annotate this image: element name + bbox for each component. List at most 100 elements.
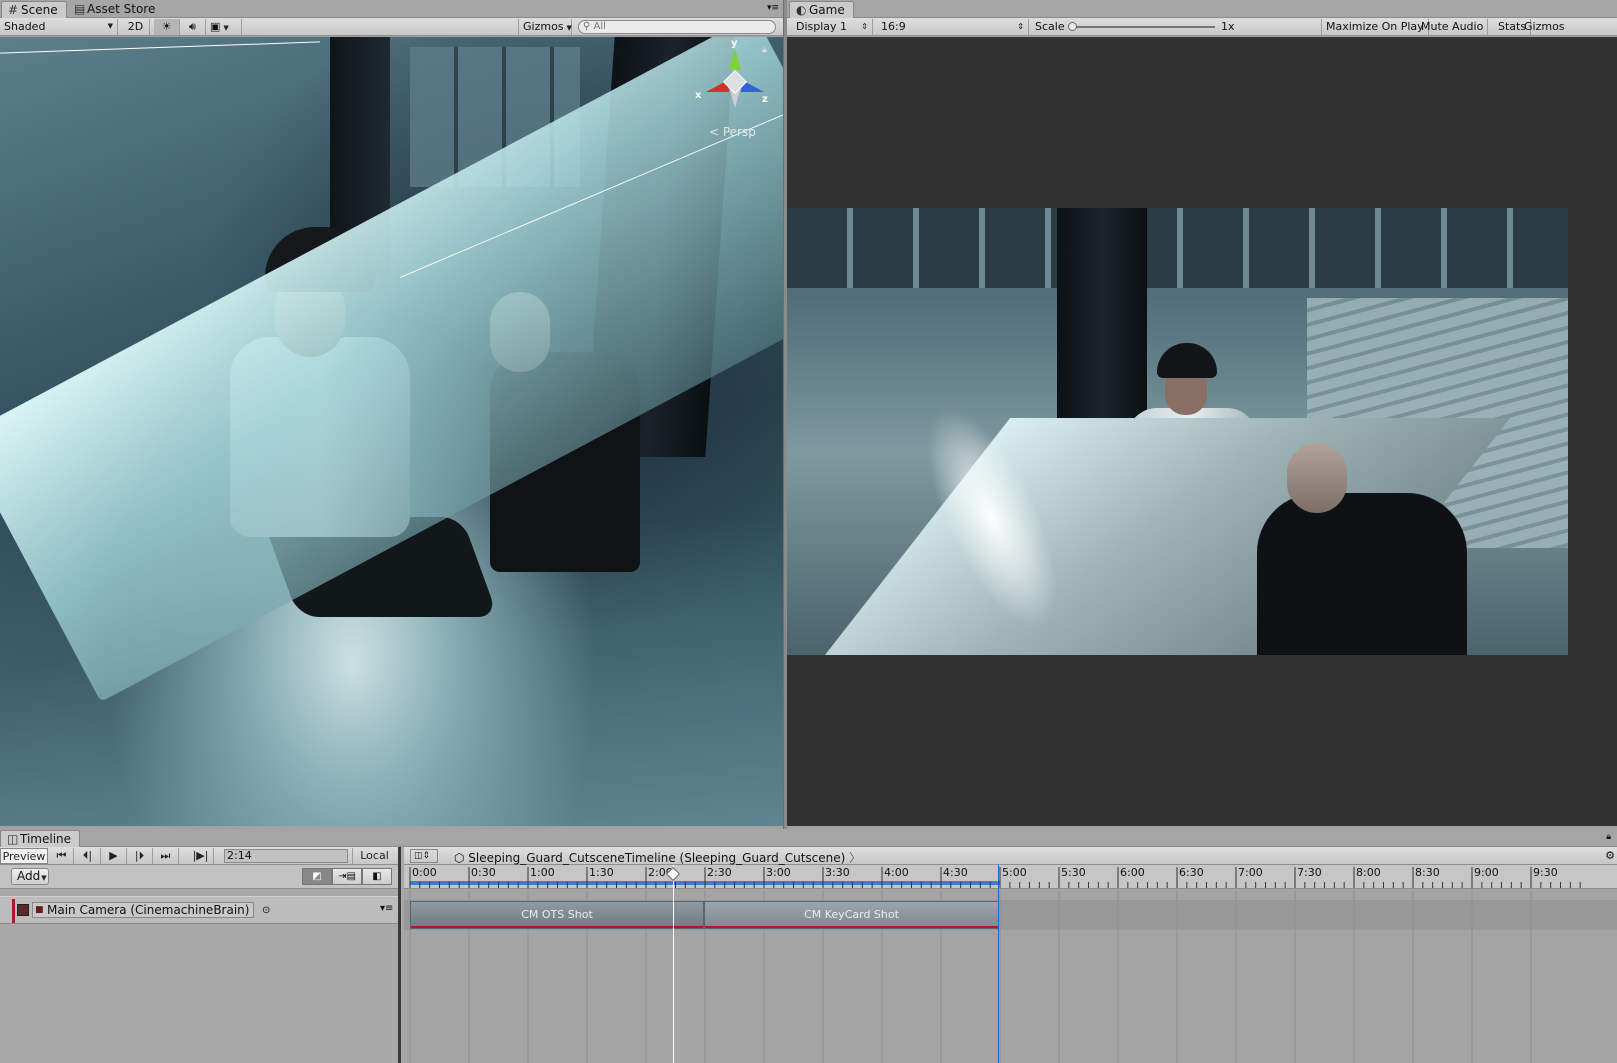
track-toolbar: Add▼ ◩ ⇥▤ ◧ [0, 865, 400, 889]
ripple-icon: ⇥▤ [338, 871, 356, 882]
step-back-icon: ⏴︎| [82, 849, 93, 862]
timeline-playback-controls: Preview ⏮ ⏴︎| ▶ |⏵︎ ⏭ |▶| 2:14 Local [0, 847, 400, 865]
camera-frustum-line [0, 41, 320, 54]
camera-track-icon [17, 904, 29, 916]
tab-timeline[interactable]: ◫ Timeline [0, 830, 81, 847]
object-picker-icon[interactable]: ⊙ [262, 905, 270, 916]
lock-icon[interactable]: 🔒︎ [1606, 832, 1611, 842]
thief-body [1257, 493, 1467, 655]
thief-head [1287, 443, 1347, 513]
ruler-label: 9:00 [1474, 866, 1499, 879]
time-reference-dropdown[interactable]: Local [352, 848, 396, 864]
track-menu-icon[interactable]: ▾≡ [380, 903, 393, 914]
game-tabbar: ◐ Game [787, 0, 1617, 18]
ruler-label: 7:00 [1238, 866, 1263, 879]
scene-search-input[interactable]: ⚲ All [578, 20, 776, 34]
ruler-label: 5:00 [1002, 866, 1027, 879]
timeline-asset-selector[interactable]: ◫⇕ [410, 849, 438, 863]
audio-toggle[interactable]: 🔊︎ [180, 19, 206, 35]
tab-asset-store[interactable]: ▤ Asset Store [68, 1, 163, 18]
playhead[interactable] [665, 865, 681, 1063]
camera-icon: ■ [35, 905, 44, 915]
toggle-2d-button[interactable]: 2D [122, 19, 150, 35]
mix-mode-button[interactable]: ◩ [302, 868, 332, 885]
timeline-icon: ◫ [7, 832, 19, 846]
go-to-end-button[interactable]: ⏭ [153, 848, 179, 864]
track-header-main-camera[interactable]: ■ Main Camera (CinemachineBrain) ⊙ ▾≡ [0, 896, 398, 924]
breadcrumb[interactable]: ⬡ Sleeping_Guard_CutsceneTimeline (Sleep… [454, 849, 861, 866]
scene-toolbar: Shaded ▼ 2D ☀ 🔊︎ ▣ ▼ Gizmos ▼ ⚲ All [0, 18, 783, 36]
ruler-label: 3:30 [825, 866, 850, 879]
maximize-on-play-toggle[interactable]: Maximize On Play [1321, 19, 1429, 35]
hash-icon: # [8, 3, 19, 17]
clip-cm-keycard-shot[interactable]: CM KeyCard Shot [704, 901, 999, 929]
play-button[interactable]: ▶ [101, 848, 127, 864]
scale-label: Scale [1035, 20, 1065, 33]
scene-tabbar: # Scene ▤ Asset Store ▾≡ [0, 0, 783, 18]
scale-value: 1x [1221, 20, 1235, 33]
ruler-label: 5:30 [1061, 866, 1086, 879]
preview-toggle[interactable]: Preview [0, 848, 48, 864]
gear-icon[interactable]: ⚙ [1605, 849, 1615, 862]
current-time-field[interactable]: 2:14 [224, 849, 348, 863]
effects-dropdown[interactable]: ▣ ▼ [206, 19, 242, 35]
updown-icon: ⇕ [1017, 22, 1024, 31]
aspect-dropdown[interactable]: 16:9 ⇕ [875, 19, 1029, 35]
ruler-label: 7:30 [1297, 866, 1322, 879]
shading-mode-dropdown[interactable]: Shaded ▼ [0, 19, 118, 35]
track-binding-field[interactable]: ■ Main Camera (CinemachineBrain) [32, 902, 254, 918]
ruler-label: 1:30 [589, 866, 614, 879]
pacman-icon: ◐ [796, 3, 807, 17]
scale-slider-thumb[interactable] [1068, 22, 1077, 31]
clip-track-color [705, 926, 998, 928]
ruler-label: 6:00 [1120, 866, 1145, 879]
mute-audio-toggle[interactable]: Mute Audio [1417, 19, 1489, 35]
replace-mode-button[interactable]: ◧ [362, 868, 392, 885]
add-track-button[interactable]: Add▼ [11, 868, 49, 885]
track-header-list: ■ Main Camera (CinemachineBrain) ⊙ ▾≡ [0, 890, 400, 1063]
sun-icon: ☀ [161, 20, 172, 33]
gizmo-y-label: y [731, 38, 738, 49]
tab-game[interactable]: ◐ Game [789, 1, 854, 18]
scene-viewport[interactable] [0, 37, 783, 826]
panel-menu-icon[interactable]: ▾≡ [767, 3, 779, 13]
go-to-start-button[interactable]: ⏮ [50, 848, 74, 864]
chevron-down-icon: ▼ [41, 874, 47, 882]
timeline-track-area[interactable]: 0:00 0:30 1:00 1:30 2:00 2:30 3:00 3:30 4:00 4:30… [404, 865, 1617, 1063]
previous-frame-button[interactable]: ⏴︎| [75, 848, 101, 864]
lock-icon[interactable]: 🔒︎ [762, 45, 767, 55]
ruler-label: 4:30 [943, 866, 968, 879]
chevron-down-icon: ▼ [566, 24, 572, 32]
timeline-panel: ◫ Timeline 🔒︎ Preview ⏮ ⏴︎| ▶ |⏵︎ ⏭ |▶| 2… [0, 829, 1617, 1063]
chevron-down-icon: ▼ [223, 24, 229, 32]
tab-scene[interactable]: # Scene [1, 1, 67, 18]
time-ruler[interactable]: 0:00 0:30 1:00 1:30 2:00 2:30 3:00 3:30 4:00 4:30… [404, 865, 1617, 889]
game-render [787, 208, 1568, 655]
timeline-end-marker[interactable] [998, 865, 999, 1063]
ruler-label: 2:30 [707, 866, 732, 879]
ruler-label: 0:00 [412, 866, 437, 879]
chevron-down-icon: ▼ [107, 22, 113, 30]
scale-slider[interactable] [1068, 22, 1215, 31]
scene-gizmos-dropdown[interactable]: Gizmos ▼ [518, 19, 572, 35]
replace-icon: ◧ [372, 871, 382, 882]
skip-start-icon: ⏮ [56, 849, 67, 862]
game-gizmos-toggle[interactable]: Gizmos [1520, 19, 1569, 35]
play-range-button[interactable]: |▶| [188, 848, 214, 864]
ripple-mode-button[interactable]: ⇥▤ [332, 868, 362, 885]
lighting-toggle[interactable]: ☀ [154, 19, 180, 35]
play-icon: ▶ [109, 849, 118, 862]
game-window-bg [787, 208, 1568, 288]
updown-icon: ⇕ [861, 22, 868, 31]
display-dropdown[interactable]: Display 1 ⇕ [787, 19, 873, 35]
next-frame-button[interactable]: |⏵︎ [127, 848, 153, 864]
step-forward-icon: |⏵︎ [134, 849, 145, 862]
image-icon: ▣ [210, 20, 221, 33]
track-color-bar [12, 899, 15, 923]
projection-toggle[interactable]: < Persp [709, 125, 756, 139]
game-viewport[interactable] [787, 37, 1617, 826]
clip-cm-ots-shot[interactable]: CM OTS Shot [410, 901, 704, 929]
timeline-breadcrumb-bar: ◫⇕ ⬡ Sleeping_Guard_CutsceneTimeline (Sl… [404, 847, 1617, 865]
timeline-splitter[interactable] [398, 847, 401, 1063]
ruler-label: 9:30 [1533, 866, 1558, 879]
